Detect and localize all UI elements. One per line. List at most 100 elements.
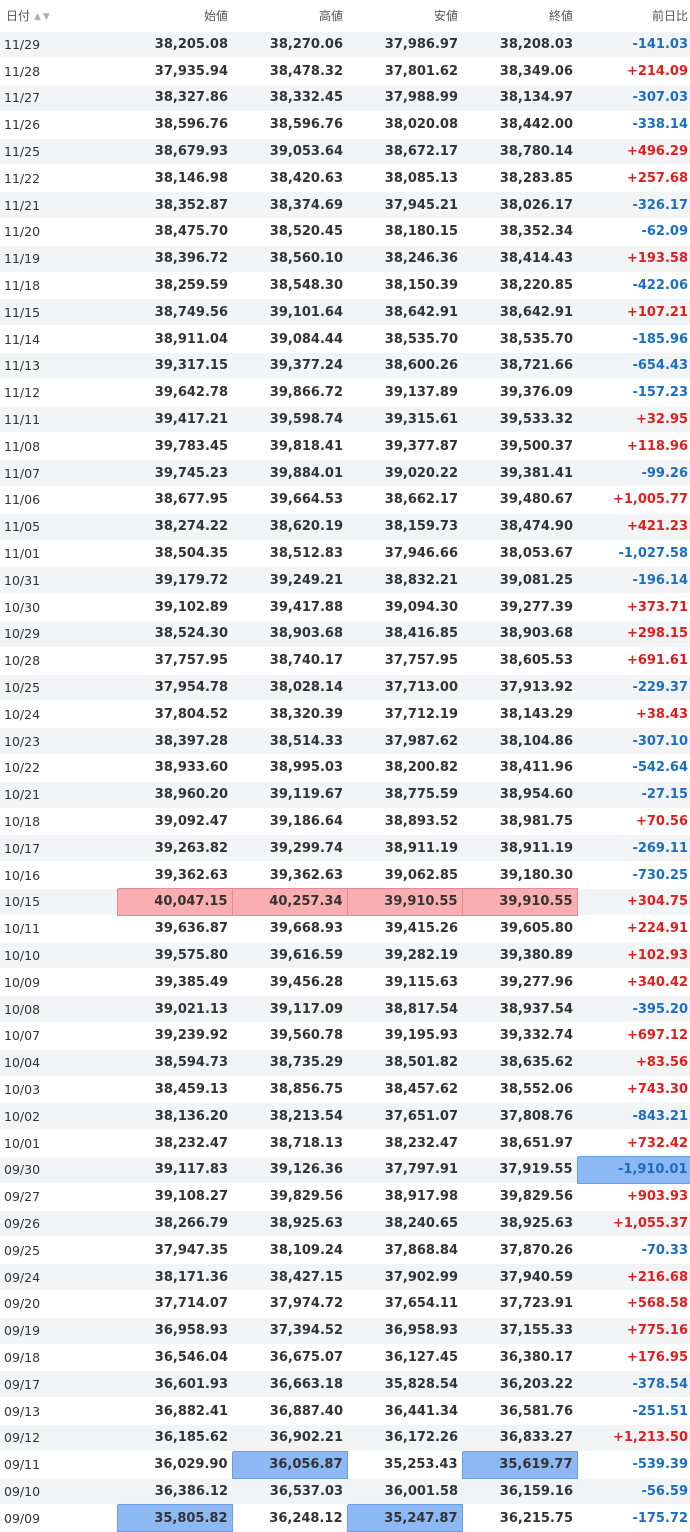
table-row: 11/25 38,679.93 39,053.64 38,672.17 38,780.1… — [0, 137, 690, 165]
high-cell: 38,320.39 — [232, 700, 347, 728]
close-cell: 39,533.32 — [462, 405, 577, 433]
close-cell: 38,414.43 — [462, 244, 577, 273]
table-row: 10/18 39,092.47 39,186.64 38,893.52 38,981.7… — [0, 807, 690, 835]
close-cell: 39,332.74 — [462, 1021, 577, 1050]
low-cell: 37,868.84 — [347, 1236, 462, 1264]
open-cell: 38,352.87 — [117, 191, 232, 219]
open-cell: 38,171.36 — [117, 1263, 232, 1291]
date-cell: 10/03 — [0, 1075, 117, 1103]
table-row: 10/31 39,179.72 39,249.21 38,832.21 39,081.2… — [0, 566, 690, 594]
date-cell: 10/16 — [0, 861, 117, 889]
open-cell: 38,397.28 — [117, 727, 232, 755]
date-cell: 11/05 — [0, 512, 117, 541]
change-cell: +373.71 — [577, 593, 690, 621]
table-row: 09/10 36,386.12 36,537.03 36,001.58 36,159.1… — [0, 1477, 690, 1505]
low-cell: 38,917.98 — [347, 1182, 462, 1211]
open-cell: 38,933.60 — [117, 754, 232, 782]
low-cell: 38,642.91 — [347, 298, 462, 326]
date-cell: 09/25 — [0, 1236, 117, 1264]
table-row: 09/09 35,805.82 36,248.12 35,247.87 36,215.7… — [0, 1504, 690, 1532]
date-cell: 11/08 — [0, 432, 117, 460]
high-cell: 38,213.54 — [232, 1102, 347, 1130]
table-row: 11/14 38,911.04 39,084.44 38,535.70 38,535.7… — [0, 325, 690, 353]
change-cell: -62.09 — [577, 218, 690, 246]
low-cell: 38,775.59 — [347, 780, 462, 809]
table-row: 10/23 38,397.28 38,514.33 37,987.62 38,104.8… — [0, 727, 690, 755]
change-cell: +340.42 — [577, 968, 690, 996]
table-row: 11/21 38,352.87 38,374.69 37,945.21 38,026.1… — [0, 191, 690, 219]
change-cell: +70.56 — [577, 807, 690, 835]
change-cell: -185.96 — [577, 325, 690, 353]
date-cell: 11/15 — [0, 298, 117, 326]
close-cell: 39,277.39 — [462, 593, 577, 621]
high-cell: 39,598.74 — [232, 405, 347, 433]
open-cell: 39,317.15 — [117, 352, 232, 380]
low-cell: 37,945.21 — [347, 191, 462, 219]
high-cell: 39,616.59 — [232, 941, 347, 969]
change-cell: +118.96 — [577, 432, 690, 460]
date-cell: 11/19 — [0, 244, 117, 273]
table-row: 09/30 39,117.83 39,126.36 37,797.91 37,919.5… — [0, 1155, 690, 1184]
change-cell: -307.03 — [577, 84, 690, 112]
open-cell: 40,047.15 — [116, 888, 233, 916]
high-cell: 37,974.72 — [232, 1289, 347, 1318]
close-cell: 36,203.22 — [462, 1370, 577, 1398]
open-cell: 38,146.98 — [117, 164, 232, 192]
close-cell: 37,919.55 — [462, 1155, 577, 1184]
date-cell: 09/09 — [0, 1504, 117, 1532]
close-cell: 39,910.55 — [461, 888, 578, 916]
low-cell: 37,757.95 — [347, 646, 462, 675]
open-cell: 38,259.59 — [117, 271, 232, 299]
open-cell: 36,958.93 — [117, 1316, 232, 1345]
high-cell: 38,028.14 — [232, 673, 347, 701]
table-row: 11/26 38,596.76 38,596.76 38,020.08 38,442.0… — [0, 110, 690, 139]
table-row: 11/18 38,259.59 38,548.30 38,150.39 38,220.8… — [0, 271, 690, 299]
close-cell: 39,829.56 — [462, 1182, 577, 1211]
low-cell: 38,240.65 — [347, 1209, 462, 1237]
change-cell: +691.61 — [577, 646, 690, 675]
table-row: 10/17 39,263.82 39,299.74 38,911.19 38,911.1… — [0, 834, 690, 862]
change-cell: +732.42 — [577, 1129, 690, 1157]
close-cell: 38,474.90 — [462, 512, 577, 541]
date-cell: 10/07 — [0, 1021, 117, 1050]
high-cell: 38,374.69 — [232, 191, 347, 219]
table-row: 10/07 39,239.92 39,560.78 39,195.93 39,332.7… — [0, 1021, 690, 1050]
low-cell: 39,062.85 — [347, 861, 462, 889]
low-cell: 39,115.63 — [347, 968, 462, 996]
table-row: 10/09 39,385.49 39,456.28 39,115.63 39,277.9… — [0, 968, 690, 996]
table-row: 11/05 38,274.22 38,620.19 38,159.73 38,474.9… — [0, 512, 690, 541]
close-cell: 38,411.96 — [462, 754, 577, 782]
high-cell: 38,514.33 — [232, 727, 347, 755]
table-row: 10/04 38,594.73 38,735.29 38,501.82 38,635.6… — [0, 1048, 690, 1077]
open-cell: 38,327.86 — [117, 84, 232, 112]
low-cell: 38,232.47 — [347, 1129, 462, 1157]
change-cell: +107.21 — [577, 298, 690, 326]
header-row: 日付 ▲▼ 始値 高値 安値 終値 前日比 — [0, 0, 690, 31]
low-cell: 37,654.11 — [347, 1289, 462, 1318]
change-cell: -338.14 — [577, 110, 690, 139]
open-cell: 39,783.45 — [117, 432, 232, 460]
close-cell: 39,380.89 — [462, 941, 577, 969]
high-cell: 36,248.12 — [232, 1504, 347, 1532]
close-cell: 38,134.97 — [462, 84, 577, 112]
change-cell: -1,910.01 — [576, 1155, 690, 1184]
date-cell: 09/17 — [0, 1370, 117, 1398]
sort-arrows-icon[interactable]: ▲▼ — [34, 12, 52, 22]
open-cell: 38,524.30 — [117, 620, 232, 648]
table-row: 09/13 36,882.41 36,887.40 36,441.34 36,581.7… — [0, 1397, 690, 1425]
table-row: 09/25 37,947.35 38,109.24 37,868.84 37,870.2… — [0, 1236, 690, 1264]
high-cell: 36,663.18 — [232, 1370, 347, 1398]
high-cell: 38,548.30 — [232, 271, 347, 299]
close-cell: 38,903.68 — [462, 620, 577, 648]
change-cell: +38.43 — [577, 700, 690, 728]
high-cell: 39,668.93 — [232, 914, 347, 943]
table-row: 11/13 39,317.15 39,377.24 38,600.26 38,721.6… — [0, 352, 690, 380]
date-column-header[interactable]: 日付 ▲▼ — [0, 0, 117, 31]
close-cell: 38,642.91 — [462, 298, 577, 326]
date-cell: 11/20 — [0, 218, 117, 246]
table-row: 11/28 37,935.94 38,478.32 37,801.62 38,349.0… — [0, 57, 690, 85]
close-cell: 37,870.26 — [462, 1236, 577, 1264]
table-row: 10/10 39,575.80 39,616.59 39,282.19 39,380.8… — [0, 941, 690, 969]
high-cell: 39,884.01 — [232, 459, 347, 487]
high-cell: 38,718.13 — [232, 1129, 347, 1157]
